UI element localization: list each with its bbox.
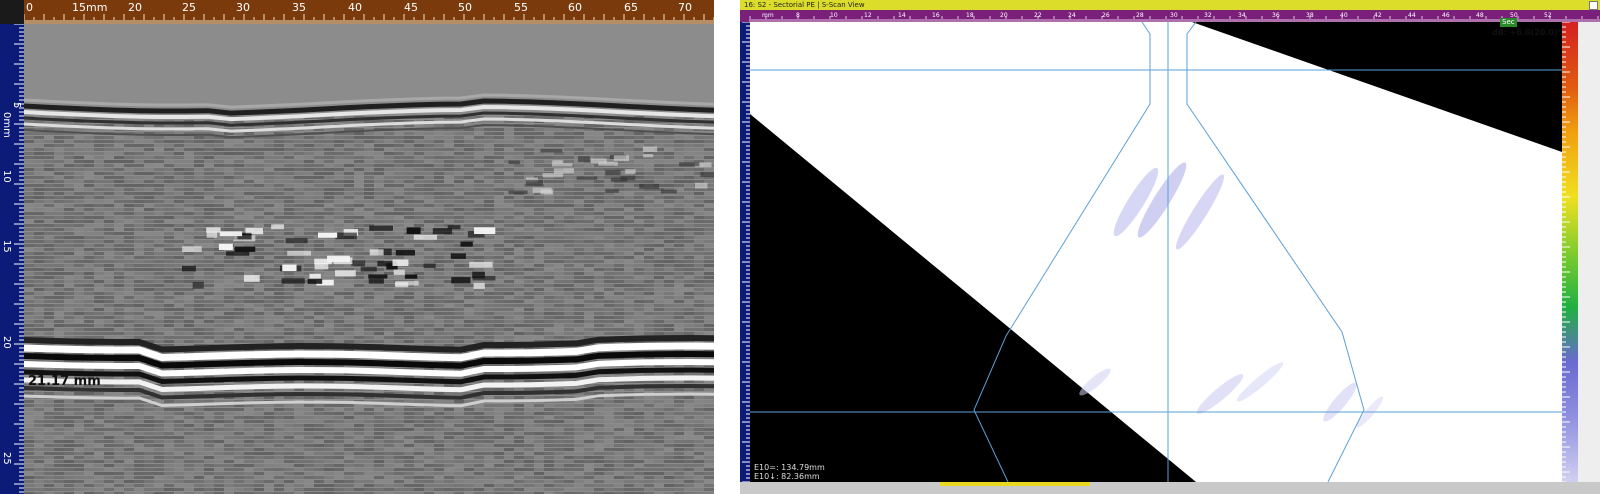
sscan-h-ruler-label: 32 — [1204, 12, 1212, 19]
sscan-image[interactable]: E10=: 134.79mm E10↓: 82.36mm — [750, 22, 1562, 482]
h-ruler-label: 60 — [568, 1, 582, 14]
sscan-h-ruler-label: 38 — [1306, 12, 1314, 19]
h-ruler-label: 20 — [128, 1, 142, 14]
sscan-bottom-scrollbar[interactable] — [740, 482, 1600, 494]
v-ruler-label: 0mm — [1, 112, 12, 138]
sscan-title-bar[interactable] — [740, 0, 1600, 10]
color-scale-ticks — [1562, 22, 1570, 482]
sscan-panel: 16: S2 - Sectorial PE | S-Scan View mm 8 1… — [740, 0, 1600, 494]
v-ruler-label: 10 — [1, 170, 12, 183]
sscan-h-ruler-label: 18 — [966, 12, 974, 19]
sscan-h-ruler-label: 40 — [1340, 12, 1348, 19]
sscan-h-ruler-label: 12 — [864, 12, 872, 19]
sscan-h-ruler-label: 8 — [796, 12, 800, 19]
bscan-horizontal-ruler[interactable]: 0 15mm 20 25 30 35 40 45 50 55 60 65 70 — [24, 0, 714, 24]
sscan-h-ruler-label: 22 — [1034, 12, 1042, 19]
cursor-readout-1: E10=: 134.79mm — [754, 463, 825, 472]
sscan-h-ruler-label: 34 — [1238, 12, 1246, 19]
h-ruler-label: 35 — [292, 1, 306, 14]
h-ruler-label: 70 — [678, 1, 692, 14]
h-ruler-label: 40 — [348, 1, 362, 14]
depth-readout: 21.17 mm — [28, 374, 101, 389]
sscan-h-ruler-label: 30 — [1170, 12, 1178, 19]
panel-divider — [714, 0, 740, 494]
cursor-readout-2: E10↓: 82.36mm — [754, 472, 820, 481]
sscan-h-ruler-label: 42 — [1374, 12, 1382, 19]
gain-tag[interactable]: Sec — [1500, 18, 1517, 27]
sscan-vertical-ruler[interactable] — [740, 22, 750, 494]
h-ruler-label: 55 — [514, 1, 528, 14]
h-ruler-label: 45 — [404, 1, 418, 14]
bscan-vertical-ruler[interactable]: 5 0mm 10 15 20 25 — [0, 24, 24, 494]
v-ruler-label: 25 — [1, 452, 12, 465]
sscan-h-ruler-label: 10 — [830, 12, 838, 19]
bscan-image[interactable] — [24, 24, 714, 494]
sscan-horizontal-ruler[interactable]: mm 8 10 12 14 16 18 20 22 24 26 28 30 32 34 36 38 40 42 44 4… — [740, 10, 1600, 22]
sscan-h-ruler-label: 36 — [1272, 12, 1280, 19]
sscan-h-ruler-label: 44 — [1408, 12, 1416, 19]
scrollbar-thumb[interactable] — [940, 482, 1090, 486]
sscan-h-ruler-label: 52 — [1544, 12, 1552, 19]
bscan-panel: 0 15mm 20 25 30 35 40 45 50 55 60 65 70 … — [0, 0, 714, 494]
v-ruler-label: 20 — [1, 336, 12, 349]
sscan-h-ruler-label: mm — [762, 12, 774, 19]
v-ruler-label: 15 — [1, 240, 12, 253]
sscan-h-ruler-label: 46 — [1442, 12, 1450, 19]
sscan-h-ruler-label: 14 — [898, 12, 906, 19]
sscan-h-ruler-label: 28 — [1136, 12, 1144, 19]
side-scroll-strip[interactable] — [1578, 22, 1600, 494]
sscan-h-ruler-label: 20 — [1000, 12, 1008, 19]
v-ruler-label: 5 — [11, 102, 22, 108]
h-ruler-label: 0 — [26, 1, 33, 14]
h-ruler-label: 30 — [236, 1, 250, 14]
window-maximize-button[interactable] — [1589, 1, 1598, 10]
h-ruler-label: 15mm — [72, 1, 107, 14]
sscan-title: 16: S2 - Sectorial PE | S-Scan View — [744, 1, 865, 9]
sscan-h-ruler-label: 48 — [1476, 12, 1484, 19]
gain-readout: dB: +6.0(20.0)% — [1492, 28, 1566, 37]
sscan-h-ruler-label: 26 — [1102, 12, 1110, 19]
h-ruler-label: 25 — [182, 1, 196, 14]
sscan-h-ruler-label: 16 — [932, 12, 940, 19]
ruler-corner — [0, 0, 24, 24]
h-ruler-label: 65 — [624, 1, 638, 14]
h-ruler-label: 50 — [458, 1, 472, 14]
sscan-h-ruler-label: 24 — [1068, 12, 1076, 19]
